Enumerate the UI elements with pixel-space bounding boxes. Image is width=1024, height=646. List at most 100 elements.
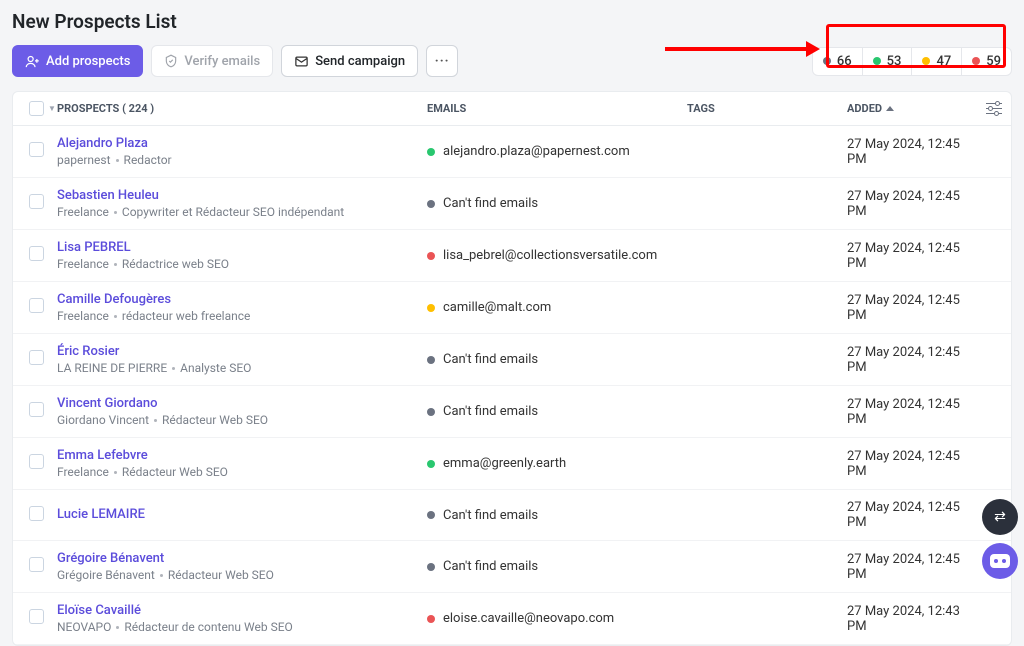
th-prospects-count: ( 224 ) xyxy=(122,102,154,115)
prospect-name-link[interactable]: Lisa PEBREL xyxy=(57,240,427,255)
chatbot-fab[interactable] xyxy=(982,543,1018,579)
row-checkbox[interactable] xyxy=(29,402,44,417)
prospect-subtitle: Freelancerédacteur web freelance xyxy=(57,309,427,323)
dot-amber-icon xyxy=(922,57,930,65)
bot-icon xyxy=(990,554,1010,568)
prospect-name-link[interactable]: Éric Rosier xyxy=(57,344,427,359)
email-text: Can't find emails xyxy=(443,352,538,367)
table-row: Éric Rosier LA REINE DE PIERREAnalyste SE… xyxy=(13,334,1011,386)
prospect-name-link[interactable]: Alejandro Plaza xyxy=(57,136,427,151)
prospect-name-link[interactable]: Emma Lefebvre xyxy=(57,448,427,463)
table-row: Camille Defougères Freelancerédacteur web… xyxy=(13,282,1011,334)
prospect-name-link[interactable]: Vincent Giordano xyxy=(57,396,427,411)
select-all-checkbox[interactable] xyxy=(29,101,44,116)
added-cell: 27 May 2024, 12:43 PM xyxy=(847,604,977,634)
email-text: camille@malt.com xyxy=(443,300,551,315)
th-prospects[interactable]: PROSPECTS ( 224 ) xyxy=(57,102,427,115)
row-checkbox[interactable] xyxy=(29,246,44,261)
status-count-amber: 47 xyxy=(936,54,951,69)
prospect-name-link[interactable]: Lucie LEMAIRE xyxy=(57,507,427,522)
send-campaign-button[interactable]: Send campaign xyxy=(281,45,418,77)
row-checkbox[interactable] xyxy=(29,298,44,313)
prospect-subtitle: LA REINE DE PIERREAnalyste SEO xyxy=(57,361,427,375)
envelope-icon xyxy=(294,54,309,69)
th-tags[interactable]: TAGS xyxy=(687,102,847,115)
added-cell: 27 May 2024, 12:45 PM xyxy=(847,449,977,479)
sliders-icon[interactable] xyxy=(986,102,1002,116)
add-user-icon xyxy=(25,54,40,69)
email-cell: lisa_pebrel@collectionsversatile.com xyxy=(427,248,687,263)
email-cell: Can't find emails xyxy=(427,196,687,211)
added-cell: 27 May 2024, 12:45 PM xyxy=(847,189,977,219)
email-text: Can't find emails xyxy=(443,196,538,211)
add-prospects-button[interactable]: Add prospects xyxy=(12,45,143,77)
row-checkbox[interactable] xyxy=(29,454,44,469)
status-pill-amber[interactable]: 47 xyxy=(911,48,961,75)
row-checkbox[interactable] xyxy=(29,142,44,157)
table-row: Alejandro Plaza papernestRedactor alejandr… xyxy=(13,126,1011,178)
prospect-subtitle: FreelanceRédactrice web SEO xyxy=(57,257,427,271)
th-added[interactable]: ADDED xyxy=(847,102,977,115)
dot-red-icon xyxy=(972,57,980,65)
sort-asc-icon xyxy=(886,106,894,111)
status-dot-icon xyxy=(427,252,435,260)
prospect-name-link[interactable]: Eloïse Cavaillé xyxy=(57,603,427,618)
more-actions-button[interactable]: ··· xyxy=(426,45,458,77)
row-checkbox[interactable] xyxy=(29,194,44,209)
table-row: Sebastien HeuleuFreelanceCopywriter et R… xyxy=(13,178,1011,230)
chevron-down-icon[interactable]: ▼ xyxy=(48,104,56,113)
translate-icon: ⇄ xyxy=(994,509,1006,525)
status-pill-red[interactable]: 59 xyxy=(961,48,1011,75)
th-prospects-label: PROSPECTS xyxy=(57,102,119,115)
prospect-subtitle: NEOVAPORédacteur de contenu Web SEO xyxy=(57,620,427,634)
added-cell: 27 May 2024, 12:45 PM xyxy=(847,397,977,427)
add-prospects-label: Add prospects xyxy=(46,54,130,69)
status-dot-icon xyxy=(427,408,435,416)
email-cell: alejandro.plaza@papernest.com xyxy=(427,144,687,159)
status-dot-icon xyxy=(427,460,435,468)
email-text: eloise.cavaille@neovapo.com xyxy=(443,611,614,626)
status-count-red: 59 xyxy=(986,54,1001,69)
row-checkbox[interactable] xyxy=(29,557,44,572)
prospect-subtitle: Grégoire BénaventRédacteur Web SEO xyxy=(57,568,427,582)
verify-emails-label: Verify emails xyxy=(184,54,260,69)
page-title: New Prospects List xyxy=(12,10,1012,33)
added-cell: 27 May 2024, 12:45 PM xyxy=(847,345,977,375)
send-campaign-label: Send campaign xyxy=(315,54,405,69)
more-icon: ··· xyxy=(435,54,450,69)
prospect-subtitle: FreelanceRédacteur Web SEO xyxy=(57,465,427,479)
status-count-grey: 66 xyxy=(837,54,852,69)
email-text: alejandro.plaza@papernest.com xyxy=(443,144,630,159)
prospect-name-link[interactable]: Camille Defougères xyxy=(57,292,427,307)
dot-green-icon xyxy=(873,57,881,65)
prospect-subtitle: papernestRedactor xyxy=(57,153,427,167)
table-row: Emma Lefebvre FreelanceRédacteur Web SEOe… xyxy=(13,438,1011,490)
table-row: Vincent GiordanoGiordano VincentRédacteu… xyxy=(13,386,1011,438)
status-pill-grey[interactable]: 66 xyxy=(813,48,862,75)
row-checkbox[interactable] xyxy=(29,506,44,521)
table-row: Lisa PEBREL FreelanceRédactrice web SEO li… xyxy=(13,230,1011,282)
email-cell: Can't find emails xyxy=(427,559,687,574)
email-cell: emma@greenly.earth xyxy=(427,456,687,471)
translate-fab[interactable]: ⇄ xyxy=(982,499,1018,535)
row-checkbox[interactable] xyxy=(29,350,44,365)
email-cell: eloise.cavaille@neovapo.com xyxy=(427,611,687,626)
added-cell: 27 May 2024, 12:45 PM xyxy=(847,241,977,271)
prospects-table: ▼ PROSPECTS ( 224 ) EMAILS TAGS ADDED Al… xyxy=(12,91,1012,646)
table-row: Eloïse Cavaillé NEOVAPORédacteur de conte… xyxy=(13,593,1011,645)
prospect-name-link[interactable]: Grégoire Bénavent xyxy=(57,551,427,566)
verify-icon xyxy=(164,54,178,68)
prospect-name-link[interactable]: Sebastien Heuleu xyxy=(57,188,427,203)
email-text: lisa_pebrel@collectionsversatile.com xyxy=(443,248,657,263)
verify-emails-button[interactable]: Verify emails xyxy=(151,45,273,77)
email-cell: Can't find emails xyxy=(427,352,687,367)
row-checkbox[interactable] xyxy=(29,609,44,624)
added-cell: 27 May 2024, 12:45 PM xyxy=(847,552,977,582)
status-dot-icon xyxy=(427,511,435,519)
status-pill-green[interactable]: 53 xyxy=(862,48,912,75)
status-dot-icon xyxy=(427,304,435,312)
th-emails[interactable]: EMAILS xyxy=(427,102,687,115)
status-dot-icon xyxy=(427,615,435,623)
table-row: Grégoire Bénavent Grégoire BénaventRédact… xyxy=(13,541,1011,593)
email-text: Can't find emails xyxy=(443,559,538,574)
